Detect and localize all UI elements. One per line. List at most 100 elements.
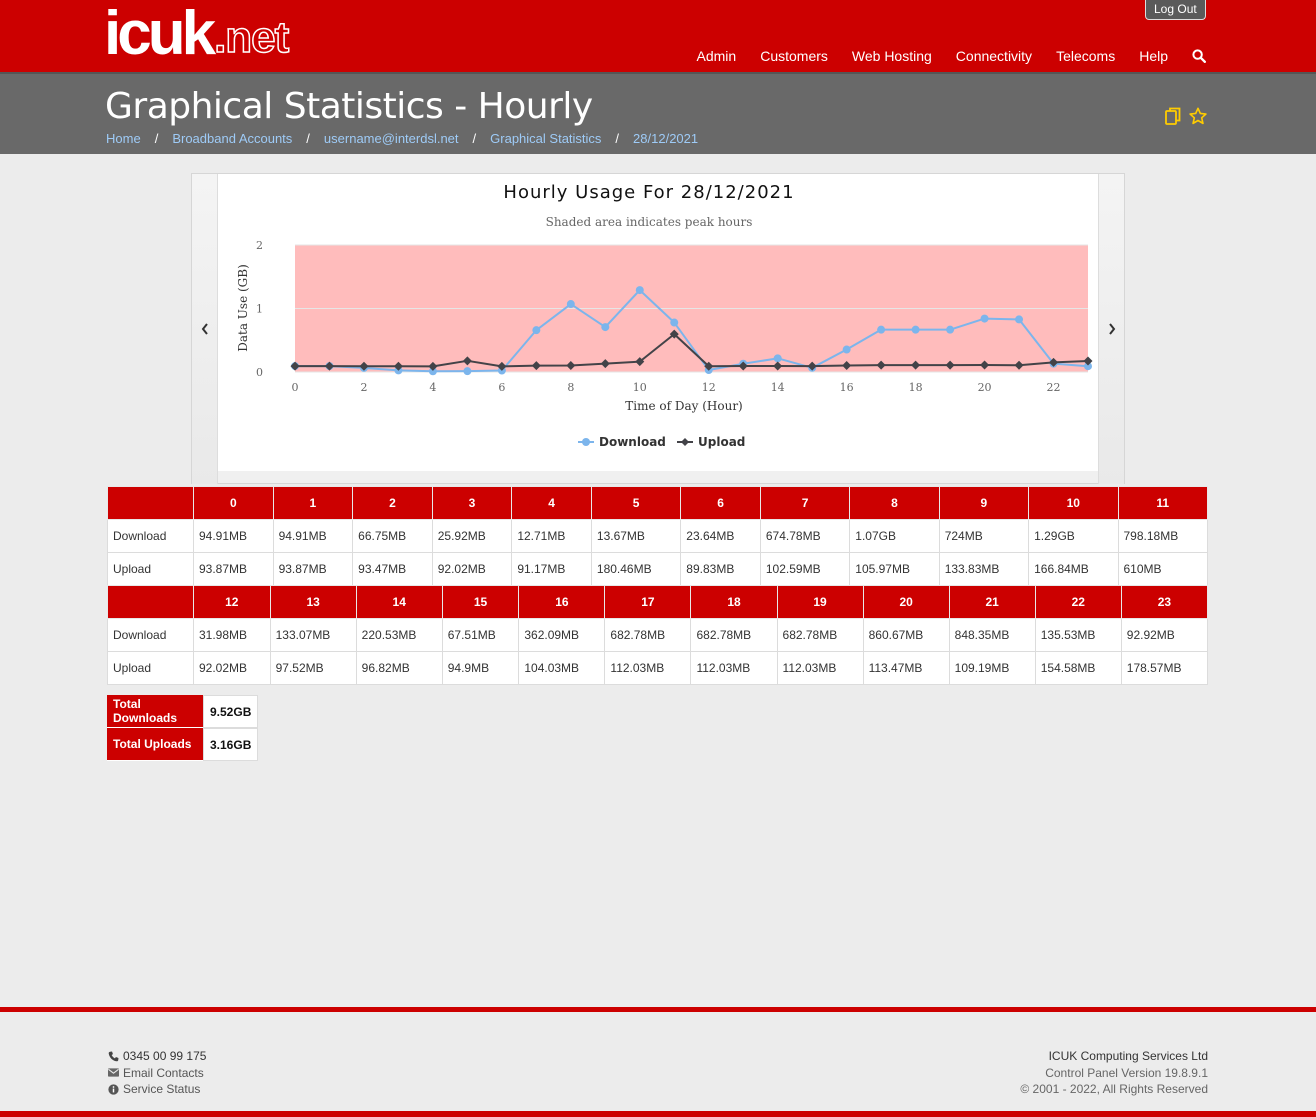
footer-copyright: © 2001 - 2022, All Rights Reserved (1020, 1082, 1208, 1096)
page-title: Graphical Statistics - Hourly (105, 86, 593, 127)
table-row-download: Download 94.91MB 94.91MB 66.75MB 25.92MB… (107, 519, 1208, 553)
table-cell: 178.57MB (1120, 651, 1209, 685)
envelope-icon (108, 1068, 119, 1077)
footer-email[interactable]: Email Contacts (108, 1065, 206, 1082)
footer-email-link[interactable]: Email Contacts (123, 1065, 204, 1082)
favourite-star-icon[interactable] (1189, 107, 1207, 130)
total-downloads-value: 9.52GB (203, 695, 259, 728)
x-tick-label: 10 (633, 381, 647, 394)
nav-help[interactable]: Help (1139, 48, 1168, 64)
totals-table: Total Downloads 9.52GB Total Uploads 3.1… (107, 695, 259, 761)
hour-header: 1 (272, 486, 354, 520)
total-downloads-label: Total Downloads (107, 695, 203, 728)
table-cell: 112.03MB (776, 651, 864, 685)
table-cell: 31.98MB (193, 618, 271, 652)
nav-customers[interactable]: Customers (760, 48, 828, 64)
nav-telecoms[interactable]: Telecoms (1056, 48, 1115, 64)
breadcrumb-graphical-statistics[interactable]: Graphical Statistics (490, 131, 601, 146)
table-cell: 133.83MB (938, 552, 1030, 586)
table-cell: 25.92MB (431, 519, 513, 553)
table-cell: 166.84MB (1028, 552, 1119, 586)
nav-web-hosting[interactable]: Web Hosting (852, 48, 932, 64)
y-tick-label: 2 (256, 239, 263, 252)
hour-header: 21 (948, 585, 1036, 619)
x-tick-label: 0 (292, 381, 299, 394)
hour-header: 8 (849, 486, 940, 520)
hour-header: 14 (355, 585, 443, 619)
hour-header: 10 (1028, 486, 1119, 520)
nav-connectivity[interactable]: Connectivity (956, 48, 1032, 64)
total-uploads-label: Total Uploads (107, 728, 203, 761)
y-tick-label: 0 (256, 366, 263, 379)
data-point-download (463, 367, 472, 376)
chart-legend: Download Upload (578, 435, 745, 449)
table-cell: 362.09MB (518, 618, 606, 652)
logout-button[interactable]: Log Out (1145, 0, 1206, 20)
breadcrumb-separator: / (306, 131, 310, 146)
hour-header: 20 (862, 585, 950, 619)
footer-status-link[interactable]: Service Status (123, 1081, 200, 1098)
breadcrumb-date[interactable]: 28/12/2021 (633, 131, 698, 146)
footer-contacts: 0345 00 99 175 Email Contacts Service St… (108, 1048, 206, 1098)
breadcrumb-separator: / (154, 131, 159, 146)
table-corner-cell (107, 486, 194, 520)
breadcrumb-username[interactable]: username@interdsl.net (324, 131, 459, 146)
data-point-download (566, 300, 575, 309)
hour-header: 9 (938, 486, 1030, 520)
x-tick-label: 14 (771, 381, 785, 394)
title-actions (1165, 107, 1207, 130)
totals-row-downloads: Total Downloads 9.52GB (107, 695, 259, 728)
hour-header: 23 (1120, 585, 1209, 619)
chart-x-axis-label: Time of Day (Hour) (625, 399, 743, 413)
table-cell: 860.67MB (862, 618, 950, 652)
legend-download-label: Download (599, 435, 666, 449)
table-header-row: 12 13 14 15 16 17 18 19 20 21 22 23 (107, 585, 1209, 619)
breadcrumb-separator: / (472, 131, 477, 146)
x-tick-label: 8 (567, 381, 574, 394)
breadcrumb-separator: / (615, 131, 620, 146)
totals-row-uploads: Total Uploads 3.16GB (107, 728, 259, 761)
row-label: Upload (107, 651, 194, 685)
table-row-upload: Upload 92.02MB 97.52MB 96.82MB 94.9MB 10… (107, 651, 1209, 685)
table-cell: 682.78MB (604, 618, 692, 652)
table-header-row: 0 1 2 3 4 5 6 7 8 9 10 11 (107, 486, 1208, 520)
data-point-download (601, 323, 610, 332)
footer-bottom-bar (0, 1111, 1316, 1117)
hour-header: 11 (1117, 486, 1208, 520)
legend-item-download[interactable]: Download (578, 435, 666, 449)
table-cell: 92.92MB (1120, 618, 1209, 652)
table-cell: 133.07MB (269, 618, 357, 652)
footer-phone: 0345 00 99 175 (108, 1048, 206, 1065)
x-tick-label: 4 (429, 381, 436, 394)
hour-header: 7 (759, 486, 851, 520)
table-cell: 96.82MB (355, 651, 443, 685)
nav-admin[interactable]: Admin (697, 48, 737, 64)
x-tick-label: 18 (909, 381, 923, 394)
logo-main-text: icuk (104, 0, 216, 68)
table-cell: 94.91MB (272, 519, 354, 553)
usage-chart: Hourly Usage For 28/12/2021 Shaded area … (236, 182, 1093, 449)
copy-icon[interactable] (1165, 107, 1181, 130)
footer-status[interactable]: Service Status (108, 1081, 206, 1098)
table-cell: 92.02MB (193, 651, 271, 685)
hour-header: 16 (518, 585, 606, 619)
icuk-logo[interactable]: icuk .net (104, 0, 290, 68)
table-cell: 724MB (938, 519, 1030, 553)
table-cell: 93.87MB (193, 552, 274, 586)
search-icon[interactable] (1192, 49, 1206, 63)
breadcrumb: Home / Broadband Accounts / username@int… (106, 131, 698, 146)
chart-y-axis-label: Data Use (GB) (236, 264, 250, 352)
data-point-download (1015, 315, 1024, 324)
total-uploads-value: 3.16GB (203, 728, 259, 761)
table-cell: 113.47MB (862, 651, 950, 685)
breadcrumb-broadband-accounts[interactable]: Broadband Accounts (172, 131, 292, 146)
hourly-table-12-23: 12 13 14 15 16 17 18 19 20 21 22 23 Down… (107, 585, 1209, 685)
hour-header: 0 (193, 486, 274, 520)
breadcrumb-home[interactable]: Home (106, 131, 141, 146)
table-cell: 112.03MB (604, 651, 692, 685)
table-cell: 91.17MB (511, 552, 592, 586)
table-cell: 89.83MB (680, 552, 761, 586)
main-nav: Admin Customers Web Hosting Connectivity… (697, 48, 1206, 64)
legend-item-upload[interactable]: Upload (677, 435, 745, 449)
table-cell: 102.59MB (759, 552, 851, 586)
